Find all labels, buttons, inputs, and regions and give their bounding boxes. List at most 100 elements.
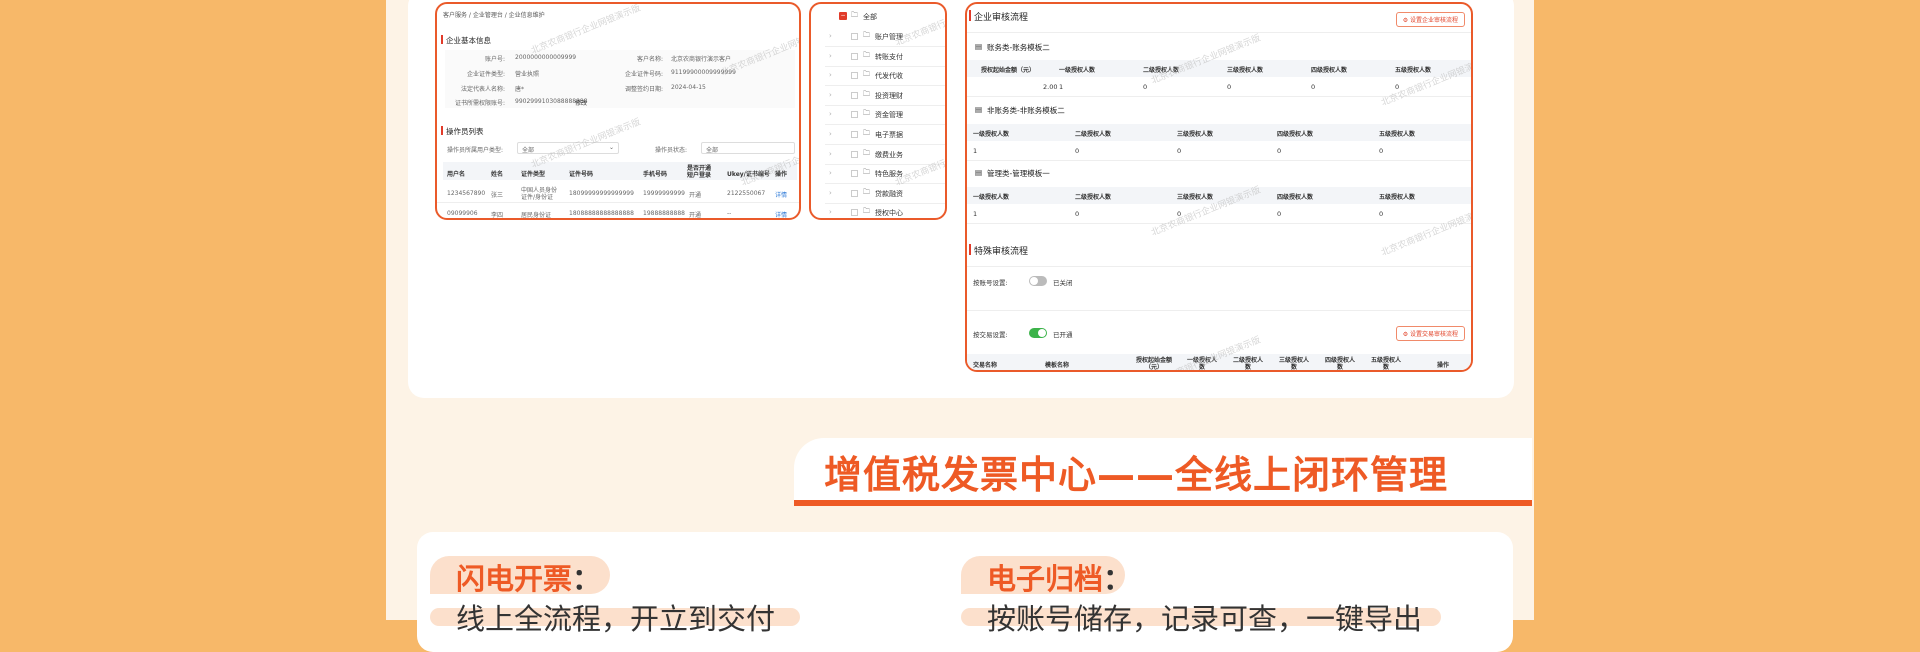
folder-icon: 🗀 [863,70,870,79]
row-divider [825,65,945,67]
chevron-right-icon[interactable]: › [829,189,832,197]
chevron-right-icon[interactable]: › [829,91,832,99]
filter-label: 操作员所属用户类型: [447,147,504,154]
section-banner: 增值税发票中心——全线上闭环管理 [794,438,1532,506]
cell: 张三 [491,192,504,199]
section-marker [441,35,443,44]
column-header: 操作 [1436,362,1449,369]
account-toggle[interactable] [1029,276,1047,286]
checkbox-icon[interactable] [851,72,858,80]
checkbox-icon[interactable] [851,52,858,60]
checkbox-icon[interactable] [851,209,858,217]
row-divider [825,124,945,126]
button-label: 设置企业审核流程 [1409,17,1458,24]
row-divider [825,85,945,87]
cell: 2122550067 [727,190,766,197]
checkbox-icon[interactable] [851,91,858,99]
enterprise-info-screenshot: 客户服务 / 企业管理台 / 企业信息维护 企业基本信息 账户号: 200000… [435,2,801,220]
watermark: 北京农商银行企业网银演示版 [529,3,643,57]
chevron-right-icon[interactable]: › [829,150,832,158]
row-divider [825,46,945,47]
tree-item-label: 电子票据 [875,131,903,139]
cell: 1 [973,210,978,218]
cell: 0 [1075,210,1080,218]
trade-toggle[interactable] [1029,328,1047,338]
cell: 开通 [689,212,702,219]
column-header: 一级授权人数 [973,131,1010,138]
tree-item-label: 投资理财 [875,91,903,100]
tree-item-label: 转账支付 [875,52,903,61]
button-label: 设置交易审核流程 [1409,331,1458,338]
feature-subtitle: 按账号储存，记录可查，一键导出 [987,602,1423,636]
permission-tree-screenshot: − 🗀 全部 › 🗀 账户管理 › 🗀 转账支付 › 🗀 代发代收 › 🗀 投资理财 › 🗀 资金管理 › 🗀 电… [809,2,947,220]
tree-item-label: 资金管理 [875,111,903,120]
cell: 居民身份证 [521,212,552,219]
checkbox-icon[interactable] [851,170,858,178]
cell: 0 [1379,147,1384,155]
cell: 0 [1075,147,1080,155]
chevron-right-icon[interactable]: › [829,130,832,138]
select-value: 全部 [522,147,535,154]
doc-icon: ▤ [975,105,983,114]
checkbox-icon[interactable] [851,131,858,138]
select-value: 全部 [706,147,719,154]
trade-setting-label: 按交易设置: [973,331,1008,339]
watermark: 北京农商银行企业网银演示版 [739,135,801,189]
checkbox-icon[interactable] [851,150,858,158]
cell: -- [727,210,732,217]
cell: 0 [1311,83,1316,91]
chevron-down-icon: ⌄ [608,144,614,151]
chevron-right-icon[interactable]: › [829,71,832,79]
row-divider [967,223,1471,224]
row-divider [967,160,1471,161]
tree-item-label: 代发代收 [875,72,903,81]
tree-root[interactable]: 全部 [863,12,877,22]
cell: 中国人员身份证件/身份证 [521,187,558,201]
status-select[interactable]: 全部 [701,142,795,154]
checkbox-icon[interactable] [851,111,858,119]
doc-icon: ▤ [975,168,983,177]
column-header: 五级授权人数 [1379,131,1416,138]
field-value: 唐* [515,86,525,93]
checkbox-icon[interactable]: − [839,12,847,20]
checkbox-icon[interactable] [851,33,858,40]
feature-title: 闪电开票： [456,556,601,598]
row-divider [437,202,799,203]
folder-icon: 🗀 [863,31,870,39]
column-header: 五级授权人数 [1379,194,1416,201]
divider [967,32,1471,33]
cell: 2.00 [1043,83,1058,91]
trade-toggle-state: 已开通 [1053,331,1073,339]
field-label: 企业证件号码: [624,71,663,78]
column-header: 二级授权人数 [1075,131,1112,138]
detail-link[interactable]: 详情 [775,210,787,218]
colon: ： [1103,562,1133,596]
settings-icon: ⚙ [1402,331,1410,338]
chevron-right-icon[interactable]: › [829,110,832,118]
chevron-right-icon[interactable]: › [829,208,832,216]
group-title: 非账务类-非账务模板二 [987,106,1065,115]
column-header: 证件号码 [569,171,594,178]
cell: 19888888888 [643,210,685,217]
column-header: 四级授权人数 [1324,357,1355,371]
chevron-right-icon[interactable]: › [829,52,832,60]
tree-item-label: 贷款融资 [875,189,903,198]
checkbox-icon[interactable] [851,189,858,197]
chevron-right-icon[interactable]: › [829,32,832,40]
folder-icon: 🗀 [863,187,870,196]
column-header: 二级授权人数 [1232,357,1263,371]
section-marker [969,244,971,255]
column-header: 三级授权人数 [1177,194,1214,201]
set-trade-approval-button[interactable]: ⚙ 设置交易审核流程 [1395,326,1465,341]
feature-title-text: 电子归档 [987,562,1104,596]
column-header: 三级授权人数 [1227,67,1264,74]
edit-button[interactable]: 修改 [575,98,587,107]
folder-icon: 🗀 [863,50,870,59]
column-header: 四级授权人数 [1277,131,1314,138]
column-header: 一级授权人数 [973,194,1010,201]
set-approval-button[interactable]: ⚙ 设置企业审核流程 [1395,12,1465,27]
field-value: 2024-04-15 [671,84,706,91]
detail-link[interactable]: 详情 [775,190,787,199]
chevron-right-icon[interactable]: › [829,169,832,177]
cell: 1 [973,147,978,155]
